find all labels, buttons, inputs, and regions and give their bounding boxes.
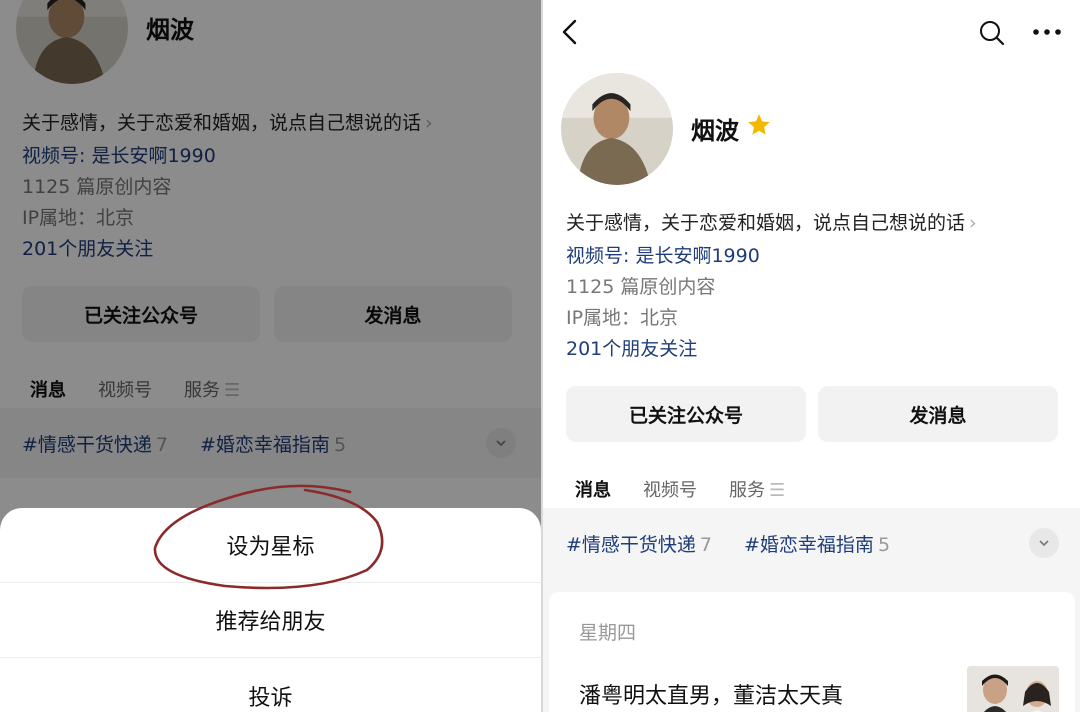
tag-label: #情感干货快递 [566,533,696,556]
tag-count: 5 [877,533,891,556]
tag-bar: #情感干货快递 7 #婚恋幸福指南 5 [543,508,1080,578]
article-thumbnail[interactable] [967,666,1059,712]
tag-item[interactable]: #婚恋幸福指南 5 [744,530,890,557]
message-button[interactable]: 发消息 [818,386,1058,442]
report-button[interactable]: 投诉 [0,658,541,712]
ip-location: IP属地：北京 [566,307,679,329]
avatar[interactable] [561,73,673,185]
hand-drawn-circle-annotation [153,484,384,590]
expand-chevron-icon[interactable] [1029,528,1059,558]
tag-count: 7 [699,533,713,556]
friends-following-link[interactable]: 201个朋友关注 [566,334,697,361]
channel-link[interactable]: 视频号: 是长安啊1990 [566,241,760,268]
star-badge-icon [748,114,770,135]
article-day: 星期四 [579,622,637,644]
article-thumbnail-image [967,666,1059,712]
followed-button[interactable]: 已关注公众号 [566,386,806,442]
left-screen: 烟波 关于感情，关于恋爱和婚姻，说点自己想说的话 › 视频号: 是长安啊1990 … [0,0,541,712]
article-card[interactable]: 星期四 潘粤明太直男，董洁太天真 [549,592,1075,712]
article-count: 1125 篇原创内容 [566,276,716,298]
tag-label: #婚恋幸福指南 [744,533,874,556]
menu-lines-icon: ☰ [769,480,786,501]
chevron-right-icon: › [969,212,977,234]
article-headline[interactable]: 潘粤明太直男，董洁太天真 [579,678,843,710]
right-screen: 烟波 关于感情，关于恋爱和婚姻，说点自己想说的话 › 视频号: 是长安啊1990 … [543,0,1080,712]
tab-services-label: 服务 [729,480,765,501]
more-options-icon[interactable] [1032,27,1062,37]
avatar-photo-icon [561,73,673,185]
bio-text: 关于感情，关于恋爱和婚姻，说点自己想说的话 [566,212,966,234]
back-arrow-icon[interactable] [559,18,581,46]
profile-bio[interactable]: 关于感情，关于恋爱和婚姻，说点自己想说的话 › [566,208,977,235]
profile-name: 烟波 [691,117,739,145]
search-icon[interactable] [978,19,1006,47]
tag-item[interactable]: #情感干货快递 7 [566,530,712,557]
